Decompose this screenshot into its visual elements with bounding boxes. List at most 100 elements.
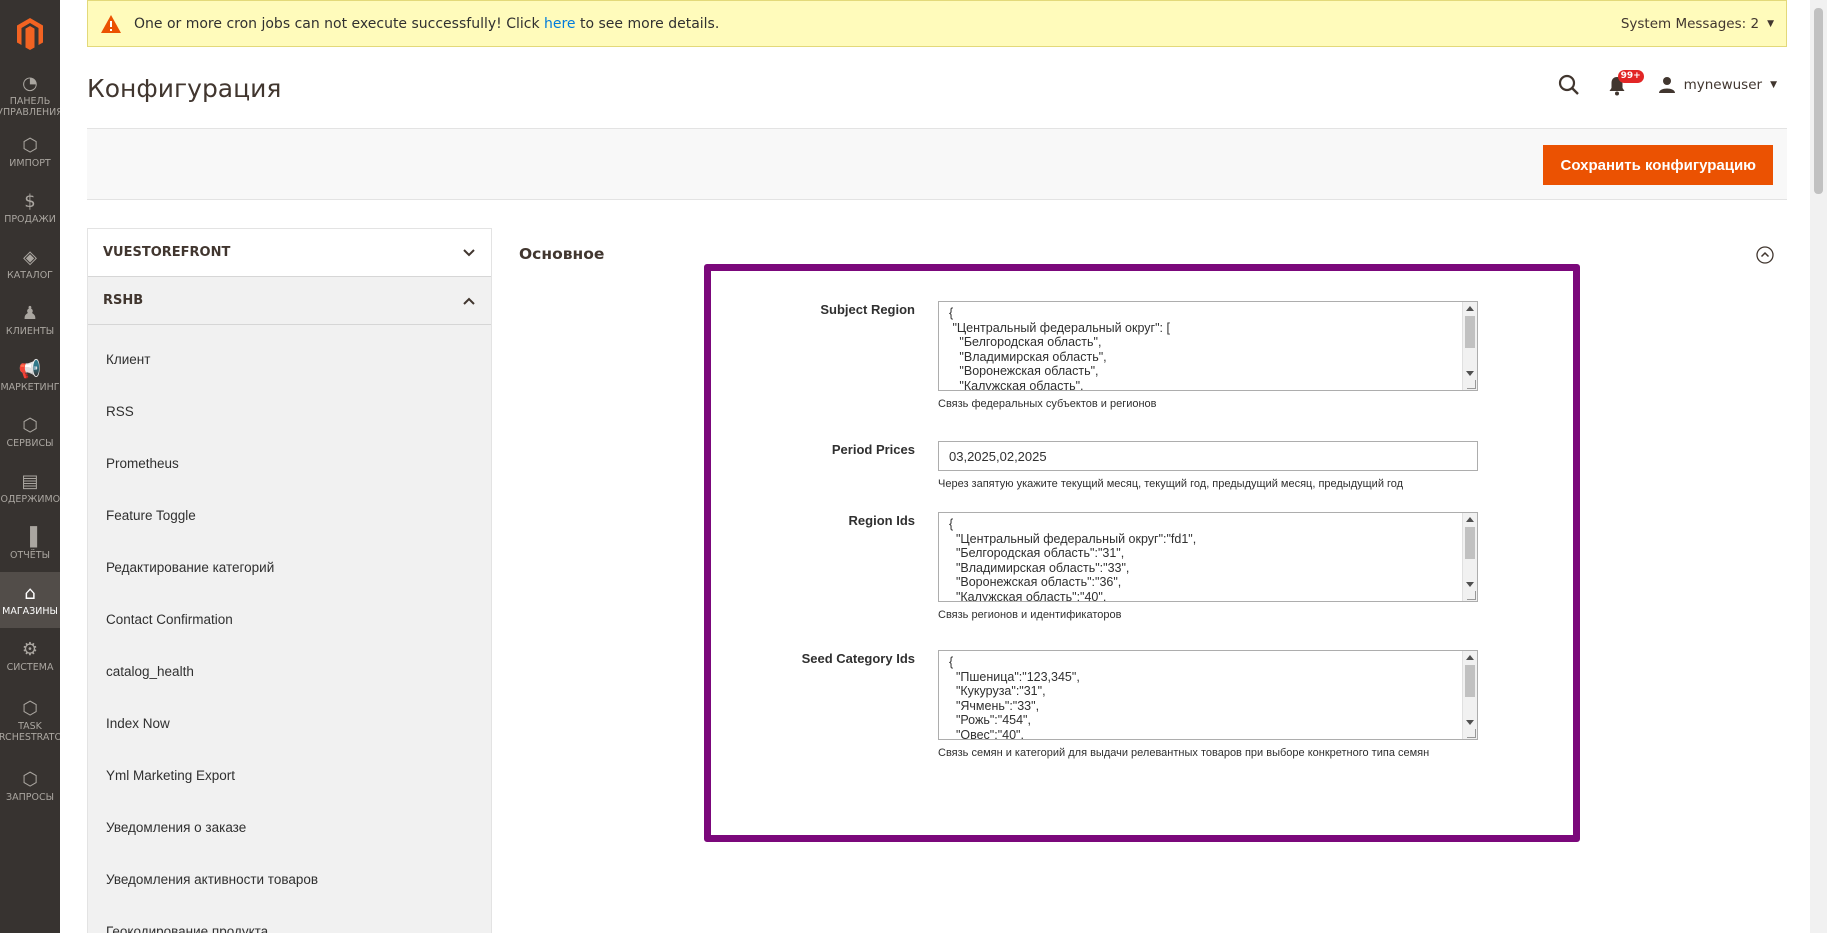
tab-item[interactable]: Index Now	[88, 697, 491, 749]
user-icon	[1658, 77, 1675, 93]
user-menu[interactable]: mynewuser ▼	[1658, 76, 1777, 94]
page-actions-bar: Сохранить конфигурацию	[87, 128, 1787, 200]
page-scrollbar-thumb[interactable]	[1814, 8, 1823, 194]
nav-item-label: СОДЕРЖИМОЕ	[0, 493, 60, 505]
tab-item[interactable]: Feature Toggle	[88, 489, 491, 541]
nav-item-dashboard[interactable]: ◔ ПАНЕЛЬ УПРАВЛЕНИЯ	[0, 68, 60, 124]
dashboard-icon: ◔	[22, 73, 38, 94]
field-note: Через запятую укажите текущий месяц, тек…	[938, 478, 1404, 490]
nav-item-label: ЗАПРОСЫ	[6, 791, 54, 803]
notifications-button[interactable]: 99+	[1608, 70, 1644, 96]
magento-logo-icon[interactable]	[0, 0, 60, 68]
chevron-down-icon	[463, 248, 475, 256]
period-prices-input[interactable]: 03,2025,02,2025	[938, 441, 1478, 471]
tab-item[interactable]: RSS	[88, 385, 491, 437]
tab-item[interactable]: catalog_health	[88, 645, 491, 697]
nav-item-label: МАРКЕТИНГ	[0, 381, 60, 393]
nav-item-services[interactable]: ⬡ СЕРВИСЫ	[0, 404, 60, 460]
megaphone-icon: 📢	[18, 358, 42, 380]
nav-item-label: ПАНЕЛЬ УПРАВЛЕНИЯ	[0, 96, 60, 118]
nav-item-megaphone[interactable]: 📢 МАРКЕТИНГ	[0, 348, 60, 404]
section-title: Основное	[519, 245, 605, 263]
caret-down-icon: ▼	[1770, 80, 1777, 90]
system-message-link[interactable]: here	[544, 16, 576, 32]
page-title: Конфигурация	[87, 74, 282, 103]
nav-item-store[interactable]: ⌂ МАГАЗИНЫ	[0, 572, 60, 628]
field-note: Связь регионов и идентификаторов	[938, 609, 1122, 621]
system-message-text: One or more cron jobs can not execute su…	[134, 15, 720, 32]
field-note: Связь федеральных субъектов и регионов	[938, 398, 1157, 410]
textarea-scrollbar[interactable]	[1462, 302, 1477, 390]
tab-group-rshb[interactable]: RSHB	[88, 277, 491, 325]
search-icon[interactable]	[1558, 74, 1580, 96]
nav-item-label: ИМПОРТ	[9, 157, 51, 169]
warning-icon	[101, 14, 121, 33]
tab-item[interactable]: Уведомления о заказе	[88, 801, 491, 853]
nav-item-label: TASK ORCHESTRATOR	[0, 721, 60, 743]
tab-item[interactable]: Contact Confirmation	[88, 593, 491, 645]
nav-item-catalog[interactable]: ◈ КАТАЛОГ	[0, 236, 60, 292]
tab-item[interactable]: Редактирование категорий	[88, 541, 491, 593]
content-icon: ▤	[21, 470, 39, 492]
nav-item-label: ОТЧЁТЫ	[10, 549, 50, 561]
save-config-button[interactable]: Сохранить конфигурацию	[1543, 145, 1773, 185]
system-message-bar: One or more cron jobs can not execute su…	[87, 0, 1787, 47]
reports-icon: ▐	[23, 526, 37, 548]
username: mynewuser	[1683, 77, 1763, 93]
caret-down-icon: ▼	[1767, 18, 1774, 29]
system-messages-toggle[interactable]: System Messages: 2 ▼	[1621, 16, 1774, 32]
nav-item-requests[interactable]: ⬡ ЗАПРОСЫ	[0, 758, 60, 814]
nav-item-label: ПРОДАЖИ	[4, 213, 56, 225]
nav-item-task[interactable]: ⬡TASK ORCHESTRATOR	[0, 684, 60, 758]
field-note: Связь семян и категорий для выдачи релев…	[938, 747, 1430, 759]
tab-item-list: Клиент RSS Prometheus Feature Toggle Редакти…	[88, 325, 491, 933]
textarea-scrollbar[interactable]	[1462, 513, 1477, 601]
config-tabs: VUESTOREFRONT RSHB Клиент RSS Prometheus Fe…	[87, 228, 492, 933]
textarea-scrollbar[interactable]	[1462, 651, 1477, 739]
gear-icon: ⚙	[21, 638, 39, 660]
tab-item[interactable]: Геокодирование продукта	[88, 905, 491, 933]
region-ids-textarea[interactable]: { "Центральный федеральный округ":"fd1",…	[938, 512, 1478, 602]
subject-region-textarea[interactable]: { "Центральный федеральный округ": [ "Бе…	[938, 301, 1478, 391]
requests-icon: ⬡	[22, 768, 38, 790]
tab-item[interactable]: Yml Marketing Export	[88, 749, 491, 801]
nav-item-label: МАГАЗИНЫ	[2, 605, 58, 617]
store-icon: ⌂	[24, 582, 36, 604]
nav-item-label: СИСТЕМА	[6, 661, 54, 673]
field-label: Region Ids	[848, 513, 915, 528]
nav-item-label: КАТАЛОГ	[7, 269, 53, 281]
notifications-badge: 99+	[1617, 70, 1644, 83]
header-actions: 99+ mynewuser ▼	[1558, 70, 1777, 96]
nav-item-label: КЛИЕНТЫ	[5, 325, 55, 337]
nav-item-label: СЕРВИСЫ	[6, 437, 54, 449]
tab-item[interactable]: Prometheus	[88, 437, 491, 489]
nav-item-gear[interactable]: ⚙ СИСТЕМА	[0, 628, 60, 684]
page-scrollbar[interactable]	[1810, 0, 1827, 933]
system-messages-counter: System Messages: 2	[1620, 15, 1760, 32]
tab-item[interactable]: Уведомления активности товаров	[88, 853, 491, 905]
nav-item-import[interactable]: ⬡ ИМПОРТ	[0, 124, 60, 180]
collapse-section-icon[interactable]	[1756, 246, 1774, 264]
field-label: Period Prices	[831, 442, 915, 457]
nav-item-content[interactable]: ▤СОДЕРЖИМОЕ	[0, 460, 60, 516]
tab-item[interactable]: Клиент	[88, 333, 491, 385]
nav-item-reports[interactable]: ▐ ОТЧЁТЫ	[0, 516, 60, 572]
task-icon: ⬡	[22, 698, 38, 719]
field-label: Seed Category Ids	[801, 651, 915, 666]
person-icon: ♟	[21, 302, 39, 324]
chevron-up-icon	[463, 297, 475, 305]
resize-handle[interactable]	[1467, 591, 1476, 600]
import-icon: ⬡	[22, 134, 38, 156]
admin-nav: ◔ ПАНЕЛЬ УПРАВЛЕНИЯ ⬡ ИМПОРТ $ ПРОДАЖИ ◈ КАТАЛО…	[0, 0, 60, 933]
field-label: Subject Region	[820, 302, 915, 317]
resize-handle[interactable]	[1467, 729, 1476, 738]
seed-category-ids-textarea[interactable]: { "Пшеница":"123,345", "Кукуруза":"31", …	[938, 650, 1478, 740]
resize-handle[interactable]	[1467, 380, 1476, 389]
services-icon: ⬡	[22, 414, 38, 436]
nav-item-person[interactable]: ♟ КЛИЕНТЫ	[0, 292, 60, 348]
config-fields-panel: Subject Region { "Центральный федеральны…	[704, 264, 1580, 842]
dollar-icon: $	[24, 190, 36, 212]
nav-item-dollar[interactable]: $ ПРОДАЖИ	[0, 180, 60, 236]
tab-group-vuestorefront[interactable]: VUESTOREFRONT	[88, 229, 491, 277]
catalog-icon: ◈	[23, 246, 37, 268]
